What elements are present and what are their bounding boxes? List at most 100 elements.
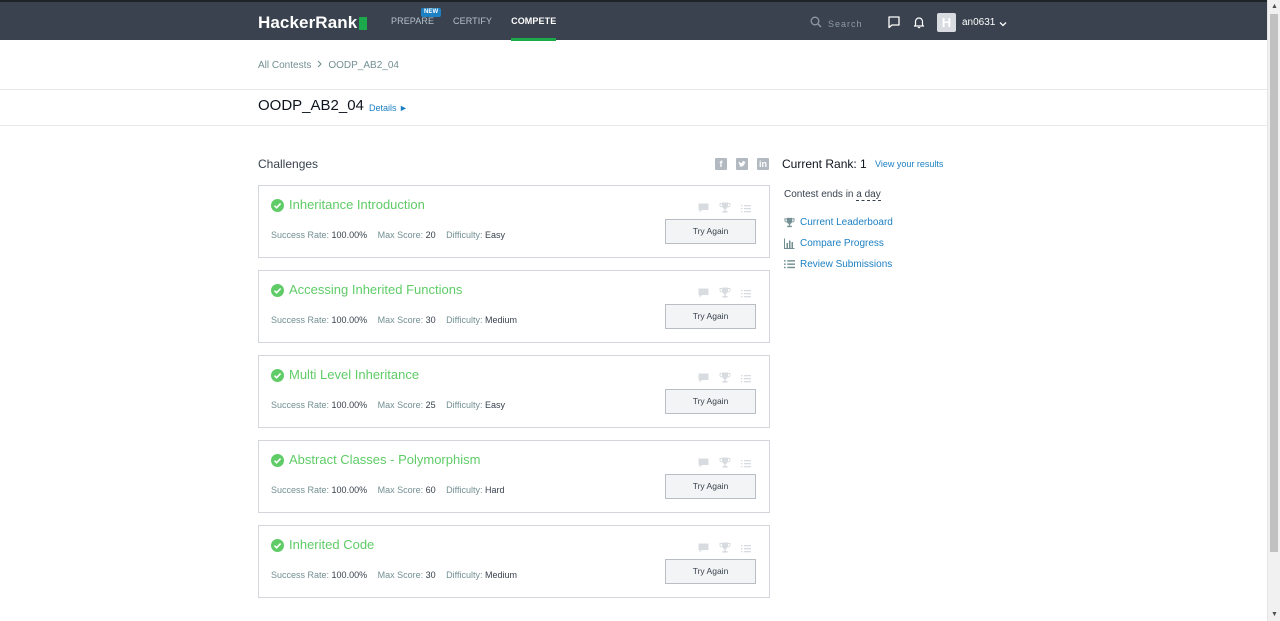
trophy-icon	[784, 217, 795, 228]
trophy-icon[interactable]	[719, 285, 731, 303]
try-again-button[interactable]: Try Again	[665, 304, 756, 329]
scroll-up-arrow-icon[interactable]: ▲	[1268, 0, 1280, 13]
view-results-link[interactable]: View your results	[875, 159, 943, 169]
challenge-card: Inheritance Introduction Success Rate: 1…	[258, 185, 770, 258]
success-rate-label: Success Rate:	[271, 400, 330, 410]
nav-prepare[interactable]: PREPARE NEW	[391, 2, 442, 40]
scroll-down-arrow-icon[interactable]: ▼	[1268, 608, 1280, 621]
review-submissions-link[interactable]: Review Submissions	[784, 259, 892, 270]
discussion-icon[interactable]	[698, 370, 709, 388]
challenge-meta: Success Rate: 100.00% Max Score: 20 Diff…	[271, 230, 513, 240]
trophy-icon[interactable]	[719, 200, 731, 218]
linkedin-icon[interactable]: in	[757, 158, 769, 170]
difficulty-label: Difficulty:	[446, 230, 483, 240]
success-rate-label: Success Rate:	[271, 485, 330, 495]
challenge-meta: Success Rate: 100.00% Max Score: 30 Diff…	[271, 570, 525, 580]
challenge-meta: Success Rate: 100.00% Max Score: 60 Diff…	[271, 485, 513, 495]
max-score-label: Max Score:	[377, 570, 424, 580]
discussion-icon[interactable]	[698, 455, 709, 473]
contest-ends-text: Contest ends in a day	[784, 189, 881, 201]
logo-text: HackerRank	[258, 13, 358, 32]
difficulty-value: Hard	[485, 485, 505, 495]
avatar: H	[937, 13, 956, 32]
max-score-value: 20	[425, 230, 436, 240]
chevron-down-icon	[999, 14, 1007, 32]
try-again-button[interactable]: Try Again	[665, 389, 756, 414]
list-icon[interactable]	[741, 370, 751, 388]
max-score-label: Max Score:	[377, 400, 424, 410]
discussion-icon[interactable]	[698, 200, 709, 218]
max-score-value: 60	[425, 485, 436, 495]
challenge-title[interactable]: Inherited Code	[289, 537, 374, 552]
trophy-icon[interactable]	[719, 370, 731, 388]
nav-prepare-label: PREPARE	[391, 16, 435, 26]
try-again-button[interactable]: Try Again	[665, 474, 756, 499]
vertical-scrollbar[interactable]: ▲ ▼	[1267, 0, 1280, 621]
list-icon[interactable]	[741, 455, 751, 473]
success-rate-value: 100.00%	[331, 400, 368, 410]
challenge-icons	[698, 455, 761, 473]
success-rate-label: Success Rate:	[271, 315, 330, 325]
twitter-icon[interactable]	[736, 158, 748, 170]
challenge-icons	[698, 540, 761, 558]
challenges-heading: Challenges	[258, 157, 319, 171]
notifications-bell-icon[interactable]	[912, 15, 926, 29]
challenge-title[interactable]: Multi Level Inheritance	[289, 367, 419, 382]
list-icon	[784, 259, 795, 270]
try-again-button[interactable]: Try Again	[665, 559, 756, 584]
nav-certify[interactable]: CERTIFY	[453, 2, 492, 40]
difficulty-value: Medium	[485, 315, 518, 325]
challenge-card: Inherited Code Success Rate: 100.00% Max…	[258, 525, 770, 598]
nav-compete[interactable]: COMPETE	[511, 2, 557, 41]
search-box[interactable]	[810, 15, 890, 33]
success-rate-label: Success Rate:	[271, 230, 330, 240]
challenge-icons	[698, 370, 761, 388]
trophy-icon[interactable]	[719, 455, 731, 473]
contest-ends-duration: a day	[856, 189, 881, 201]
compare-progress-link[interactable]: Compare Progress	[784, 238, 884, 249]
check-circle-icon	[271, 284, 284, 297]
discussion-icon[interactable]	[698, 285, 709, 303]
current-rank: Current Rank: 1	[782, 157, 867, 171]
discussion-icon[interactable]	[698, 540, 709, 558]
challenge-card: Accessing Inherited Functions Success Ra…	[258, 270, 770, 343]
nav-links: PREPARE NEW CERTIFY COMPETE	[391, 2, 575, 41]
max-score-label: Max Score:	[377, 485, 424, 495]
max-score-label: Max Score:	[377, 230, 424, 240]
difficulty-label: Difficulty:	[446, 570, 483, 580]
search-input[interactable]	[828, 19, 890, 29]
challenge-title[interactable]: Inheritance Introduction	[289, 197, 425, 212]
challenge-title[interactable]: Accessing Inherited Functions	[289, 282, 462, 297]
current-leaderboard-label: Current Leaderboard	[800, 217, 893, 228]
contest-ends-prefix: Contest ends in	[784, 189, 854, 200]
success-rate-value: 100.00%	[331, 230, 368, 240]
top-navbar: HackerRank PREPARE NEW CERTIFY COMPETE S…	[0, 0, 1267, 41]
list-icon[interactable]	[741, 540, 751, 558]
max-score-value: 25	[425, 400, 436, 410]
user-menu[interactable]: H an0631	[937, 13, 1007, 32]
review-submissions-label: Review Submissions	[800, 259, 893, 270]
hackerrank-logo[interactable]: HackerRank	[258, 13, 368, 33]
trophy-icon[interactable]	[719, 540, 731, 558]
scrollbar-thumb[interactable]	[1270, 14, 1278, 552]
difficulty-label: Difficulty:	[446, 400, 483, 410]
details-link[interactable]: Details ►	[369, 103, 408, 113]
nav-compete-label: COMPETE	[511, 16, 557, 26]
success-rate-value: 100.00%	[331, 315, 368, 325]
list-icon[interactable]	[741, 200, 751, 218]
difficulty-label: Difficulty:	[446, 485, 483, 495]
breadcrumb-all-contests[interactable]: All Contests	[258, 60, 311, 71]
challenge-title[interactable]: Abstract Classes - Polymorphism	[289, 452, 480, 467]
page-title: OODP_AB2_04	[258, 97, 364, 114]
difficulty-value: Easy	[485, 230, 506, 240]
breadcrumb-current[interactable]: OODP_AB2_04	[328, 60, 399, 71]
facebook-icon[interactable]: f	[715, 158, 727, 170]
new-badge: NEW	[421, 8, 442, 17]
success-rate-value: 100.00%	[331, 570, 368, 580]
list-icon[interactable]	[741, 285, 751, 303]
messages-icon[interactable]	[887, 15, 901, 29]
check-circle-icon	[271, 454, 284, 467]
current-leaderboard-link[interactable]: Current Leaderboard	[784, 217, 893, 228]
breadcrumb: All Contests OODP_AB2_04	[258, 60, 399, 71]
try-again-button[interactable]: Try Again	[665, 219, 756, 244]
